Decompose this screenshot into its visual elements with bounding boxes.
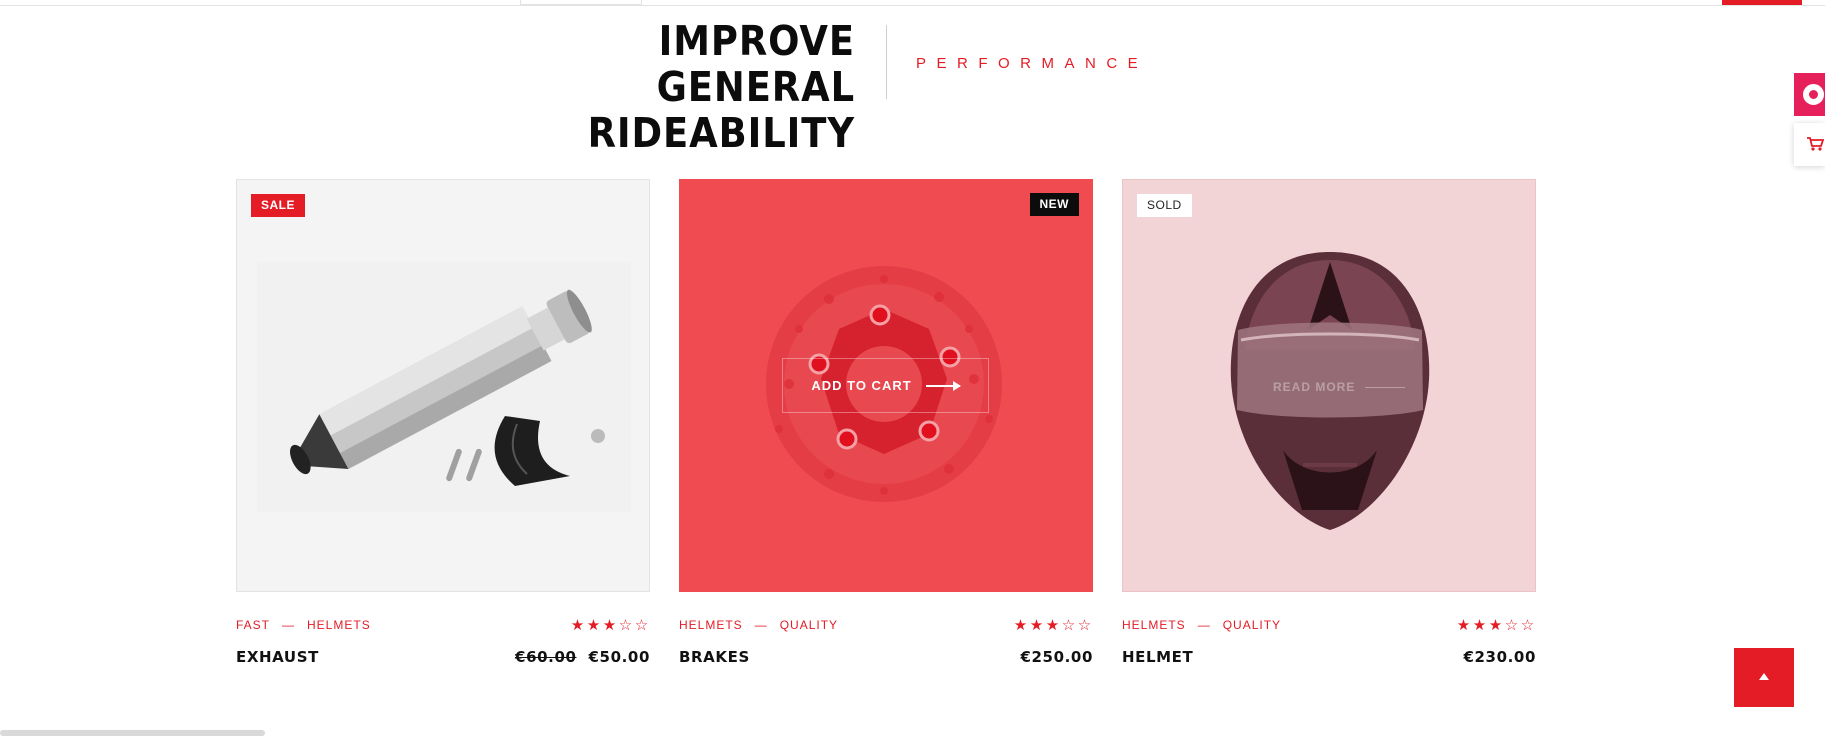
star-filled-icon: ★ <box>586 617 602 634</box>
product-card-brakes[interactable]: NEW ADD TO CART HELMETS — QUALITY ★ ★ ★ ☆ ☆ BR… <box>679 179 1093 672</box>
current-price: €230.00 <box>1463 648 1536 666</box>
chat-widget-button[interactable] <box>1794 73 1825 116</box>
arrow-right-icon <box>1365 387 1406 389</box>
section-title-line1: IMPROVE GENERAL <box>656 17 855 111</box>
product-title-row: EXHAUST €60.00 €50.00 <box>236 648 650 672</box>
category-link[interactable]: QUALITY <box>780 618 838 632</box>
star-empty-icon: ☆ <box>618 617 634 634</box>
section-subtitle: PERFORMANCE <box>916 55 1149 72</box>
product-meta: HELMETS — QUALITY ★ ★ ★ ☆ ☆ <box>679 616 1093 640</box>
product-name[interactable]: BRAKES <box>679 648 750 666</box>
read-more-link[interactable]: READ MORE <box>1273 380 1406 394</box>
product-image-box[interactable]: SOLD READ MORE <box>1122 179 1536 592</box>
star-filled-icon: ★ <box>1045 617 1061 634</box>
product-title-row: HELMET €230.00 <box>1122 648 1536 672</box>
category-separator: — <box>1197 618 1211 632</box>
section-title: IMPROVE GENERAL RIDEABILITY <box>509 18 856 156</box>
add-to-cart-button[interactable]: ADD TO CART <box>782 358 989 413</box>
arrow-right-icon <box>925 380 961 391</box>
category-link[interactable]: HELMETS <box>679 618 743 632</box>
product-price: €60.00 €50.00 <box>515 648 650 666</box>
category-separator: — <box>282 618 296 632</box>
product-categories: HELMETS — QUALITY <box>679 618 838 632</box>
star-empty-icon: ☆ <box>1061 617 1077 634</box>
read-more-label: READ MORE <box>1273 380 1356 394</box>
product-categories: HELMETS — QUALITY <box>1122 618 1281 632</box>
product-image-box[interactable]: NEW ADD TO CART <box>679 179 1093 592</box>
star-rating: ★ ★ ★ ☆ ☆ <box>1456 616 1536 634</box>
chat-bubble-icon <box>1803 84 1824 105</box>
star-empty-icon: ☆ <box>1520 617 1536 634</box>
horizontal-scrollbar[interactable] <box>0 730 265 736</box>
star-filled-icon: ★ <box>570 617 586 634</box>
star-rating: ★ ★ ★ ☆ ☆ <box>570 616 650 634</box>
cart-icon <box>1807 137 1824 151</box>
current-price: €50.00 <box>588 648 650 666</box>
category-link[interactable]: FAST <box>236 618 270 632</box>
section-title-line2: RIDEABILITY <box>587 109 855 157</box>
category-link[interactable]: HELMETS <box>1122 618 1186 632</box>
star-filled-icon: ★ <box>1456 617 1472 634</box>
category-link[interactable]: HELMETS <box>307 618 371 632</box>
product-categories: FAST — HELMETS <box>236 618 371 632</box>
product-title-row: BRAKES €250.00 <box>679 648 1093 672</box>
sold-badge: SOLD <box>1137 194 1192 217</box>
sale-badge: SALE <box>251 194 306 217</box>
star-filled-icon: ★ <box>602 617 618 634</box>
top-border <box>0 0 1825 6</box>
new-badge: NEW <box>1029 193 1079 216</box>
category-link[interactable]: QUALITY <box>1223 618 1281 632</box>
product-name[interactable]: EXHAUST <box>236 648 319 666</box>
star-filled-icon: ★ <box>1488 617 1504 634</box>
category-separator: — <box>754 618 768 632</box>
add-to-cart-label: ADD TO CART <box>811 378 912 393</box>
top-accent-bar <box>1722 0 1802 5</box>
star-filled-icon: ★ <box>1472 617 1488 634</box>
title-divider <box>886 25 887 99</box>
product-image-box[interactable]: SALE <box>236 179 650 592</box>
current-price: €250.00 <box>1020 648 1093 666</box>
product-meta: FAST — HELMETS ★ ★ ★ ☆ ☆ <box>236 616 650 640</box>
star-empty-icon: ☆ <box>634 617 650 634</box>
star-rating: ★ ★ ★ ☆ ☆ <box>1013 616 1093 634</box>
product-name[interactable]: HELMET <box>1122 648 1193 666</box>
star-empty-icon: ☆ <box>1077 617 1093 634</box>
star-filled-icon: ★ <box>1029 617 1045 634</box>
back-to-top-button[interactable] <box>1734 648 1794 707</box>
star-filled-icon: ★ <box>1013 617 1029 634</box>
product-price: €250.00 <box>1020 648 1093 666</box>
top-tab <box>520 0 642 5</box>
product-card-helmet[interactable]: SOLD READ MORE HELMETS — QUALITY ★ ★ ★ ☆ ☆ HEL… <box>1122 179 1536 672</box>
product-meta: HELMETS — QUALITY ★ ★ ★ ☆ ☆ <box>1122 616 1536 640</box>
star-empty-icon: ☆ <box>1504 617 1520 634</box>
old-price: €60.00 <box>515 648 577 666</box>
product-card-exhaust[interactable]: SALE FAST — HELMETS ★ ★ ★ ☆ ☆ EXHAUST €60.00 €5… <box>236 179 650 672</box>
exhaust-image <box>257 262 631 512</box>
side-cart-button[interactable] <box>1794 123 1825 166</box>
product-price: €230.00 <box>1463 648 1536 666</box>
